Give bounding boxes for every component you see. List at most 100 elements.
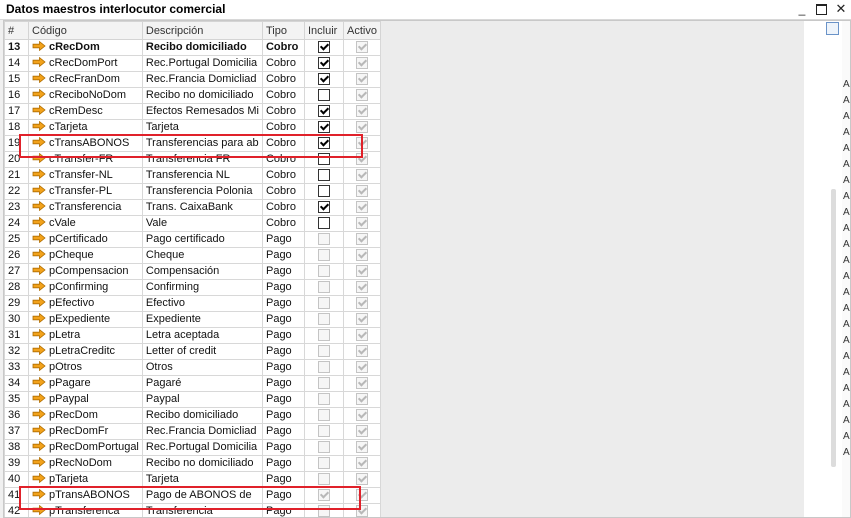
description-cell[interactable]: Rec.Portugal Domicilia [141,439,263,456]
include-checkbox[interactable] [317,89,330,102]
table-row[interactable]: 29 pEfectivo Efectivo Pago [4,295,381,312]
link-arrow-icon[interactable] [32,441,49,453]
code-cell[interactable]: cRecDom [28,39,143,56]
link-arrow-icon[interactable] [32,265,49,277]
code-cell[interactable]: cRemDesc [28,103,143,120]
code-cell[interactable]: pTransABONOS [28,487,143,504]
code-cell[interactable]: pConfirming [28,279,143,296]
code-cell[interactable]: cVale [28,215,143,232]
link-arrow-icon[interactable] [32,73,49,85]
link-arrow-icon[interactable] [32,473,49,485]
code-cell[interactable]: pPaypal [28,391,143,408]
description-cell[interactable]: Tarjeta [141,119,263,136]
resize-corner-icon[interactable] [826,22,839,35]
link-arrow-icon[interactable] [32,393,49,405]
table-row[interactable]: 16 cReciboNoDom Recibo no domiciliado Cobro [4,87,381,104]
description-cell[interactable]: Efectos Remesados Mi [141,103,263,120]
description-cell[interactable]: Transferencia Polonia [141,183,263,200]
maximize-icon[interactable] [813,1,829,17]
include-checkbox[interactable] [317,121,330,134]
code-cell[interactable]: pCheque [28,247,143,264]
link-arrow-icon[interactable] [32,41,49,53]
column-header-num[interactable]: # [4,21,29,40]
description-cell[interactable]: Pago de ABONOS de [141,487,263,504]
code-cell[interactable]: pEfectivo [28,295,143,312]
description-cell[interactable]: Pago certificado [141,231,263,248]
include-cell[interactable] [303,215,344,232]
code-cell[interactable]: cRecDomPort [28,55,143,72]
table-row[interactable]: 34 pPagare Pagaré Pago [4,375,381,392]
link-arrow-icon[interactable] [32,345,49,357]
code-cell[interactable]: cTarjeta [28,119,143,136]
column-header-active[interactable]: Activo [342,21,381,40]
column-header-include[interactable]: Incluir [303,21,344,40]
table-row[interactable]: 15 cRecFranDom Rec.Francia Domicliad Cobro [4,71,381,88]
include-checkbox[interactable] [317,137,330,150]
code-cell[interactable]: pRecDomFr [28,423,143,440]
link-arrow-icon[interactable] [32,313,49,325]
description-cell[interactable]: Expediente [141,311,263,328]
table-row[interactable]: 14 cRecDomPort Rec.Portugal Domicilia Cobro [4,55,381,72]
link-arrow-icon[interactable] [32,425,49,437]
column-header-type[interactable]: Tipo [261,21,305,40]
close-icon[interactable]: ✕ [833,1,849,17]
include-cell[interactable] [303,55,344,72]
code-cell[interactable]: cTransfer-NL [28,167,143,184]
code-cell[interactable]: pRecNoDom [28,455,143,472]
link-arrow-icon[interactable] [32,137,49,149]
table-row[interactable]: 35 pPaypal Paypal Pago [4,391,381,408]
description-cell[interactable]: Recibo domiciliado [141,39,263,56]
link-arrow-icon[interactable] [32,409,49,421]
link-arrow-icon[interactable] [32,153,49,165]
include-cell[interactable] [303,199,344,216]
link-arrow-icon[interactable] [32,297,49,309]
description-cell[interactable]: Recibo no domiciliado [141,87,263,104]
code-cell[interactable]: cRecFranDom [28,71,143,88]
code-cell[interactable]: pExpediente [28,311,143,328]
description-cell[interactable]: Transferencias para ab [141,135,263,152]
table-row[interactable]: 18 cTarjeta Tarjeta Cobro [4,119,381,136]
link-arrow-icon[interactable] [32,121,49,133]
code-cell[interactable]: pCompensacion [28,263,143,280]
include-cell[interactable] [303,87,344,104]
table-row[interactable]: 39 pRecNoDom Recibo no domiciliado Pago [4,455,381,472]
code-cell[interactable]: pTarjeta [28,471,143,488]
description-cell[interactable]: Rec.Francia Domicliad [141,423,263,440]
link-arrow-icon[interactable] [32,505,49,517]
include-checkbox[interactable] [317,73,330,86]
include-cell[interactable] [303,183,344,200]
table-row[interactable]: 20 cTransfer-FR Transferencia FR Cobro [4,151,381,168]
description-cell[interactable]: Transferencia NL [141,167,263,184]
include-cell[interactable] [303,103,344,120]
include-checkbox[interactable] [317,57,330,70]
table-row[interactable]: 26 pCheque Cheque Pago [4,247,381,264]
description-cell[interactable]: Confirming [141,279,263,296]
table-row[interactable]: 28 pConfirming Confirming Pago [4,279,381,296]
link-arrow-icon[interactable] [32,361,49,373]
column-header-code[interactable]: Código [28,21,143,40]
code-cell[interactable]: cTransferencia [28,199,143,216]
table-row[interactable]: 22 cTransfer-PL Transferencia Polonia Cobro [4,183,381,200]
code-cell[interactable]: pTransferenca [28,503,143,517]
link-arrow-icon[interactable] [32,457,49,469]
table-row[interactable]: 24 cVale Vale Cobro [4,215,381,232]
include-checkbox[interactable] [317,41,330,54]
table-row[interactable]: 36 pRecDom Recibo domiciliado Pago [4,407,381,424]
include-cell[interactable] [303,151,344,168]
code-cell[interactable]: cTransABONOS [28,135,143,152]
table-row[interactable]: 37 pRecDomFr Rec.Francia Domicliad Pago [4,423,381,440]
table-row[interactable]: 19 cTransABONOS Transferencias para ab Cobr… [4,135,381,152]
table-row[interactable]: 25 pCertificado Pago certificado Pago [4,231,381,248]
include-checkbox[interactable] [317,217,330,230]
description-cell[interactable]: Efectivo [141,295,263,312]
link-arrow-icon[interactable] [32,233,49,245]
code-cell[interactable]: pLetraCreditc [28,343,143,360]
description-cell[interactable]: Transferencia [141,503,263,517]
description-cell[interactable]: Otros [141,359,263,376]
description-cell[interactable]: Vale [141,215,263,232]
link-arrow-icon[interactable] [32,105,49,117]
table-row[interactable]: 38 pRecDomPortugal Rec.Portugal Domicilia P… [4,439,381,456]
minimize-icon[interactable]: _ [794,1,810,17]
table-row[interactable]: 17 cRemDesc Efectos Remesados Mi Cobro [4,103,381,120]
link-arrow-icon[interactable] [32,377,49,389]
